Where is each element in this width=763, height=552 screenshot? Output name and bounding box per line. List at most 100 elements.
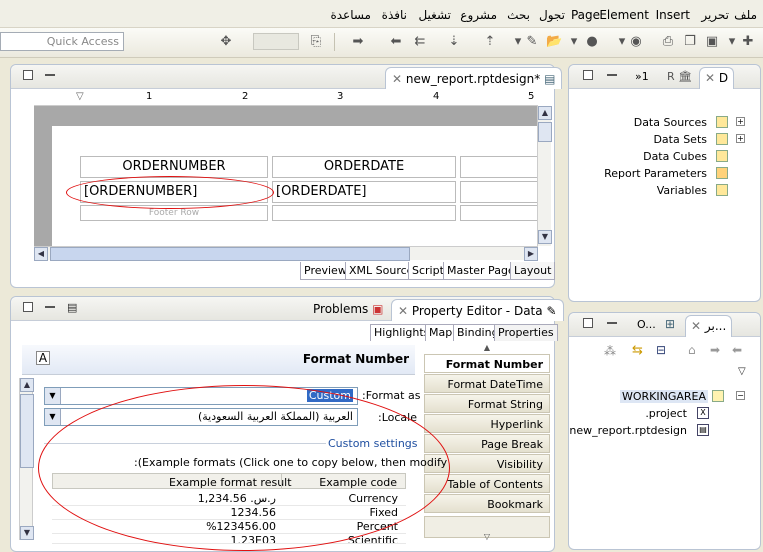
minimize-icon[interactable] (607, 70, 617, 81)
tab-resource[interactable]: R 🏛 (667, 70, 692, 83)
menu-window[interactable]: نافذة (382, 8, 407, 22)
format-as-select[interactable]: ▼ Custom (44, 387, 358, 405)
close-icon[interactable]: ✕ (705, 71, 715, 85)
tab-report-design[interactable]: ✕ new_report.rptdesign* ▤ (385, 67, 563, 89)
tab-property-editor[interactable]: ✕ Property Editor - Data ✎ (391, 299, 564, 321)
scroll-thumb[interactable] (538, 122, 552, 142)
maximize-icon[interactable] (23, 70, 33, 83)
menu-file[interactable]: ملف (734, 8, 757, 22)
table-header-empty[interactable] (460, 156, 538, 178)
menu-insert[interactable]: Insert (656, 8, 690, 22)
menu-edit[interactable]: تحرير (701, 8, 729, 22)
category-format-number[interactable]: Format Number (424, 354, 550, 373)
scroll-down-icon[interactable]: ▼ (20, 526, 34, 540)
collapse-all-icon[interactable]: ⊟ (656, 343, 666, 357)
home-icon[interactable]: ⌂ (688, 343, 696, 357)
table-cell-empty[interactable] (460, 181, 538, 203)
menu-element[interactable]: Element (599, 8, 649, 22)
menu-help[interactable]: مساعدة (330, 8, 371, 22)
tab-xml-source[interactable]: XML Source (345, 262, 418, 280)
tree-item-data-cubes[interactable]: Data Cubes (643, 150, 707, 163)
table-header-ordernumber[interactable]: ORDERNUMBER (80, 156, 268, 178)
tab-master-page[interactable]: Master Page (443, 262, 519, 280)
chevron-down-icon[interactable]: ▾ (724, 34, 740, 50)
search-icon[interactable]: ✎ (524, 34, 540, 50)
menu-run[interactable]: تشغيل (418, 8, 451, 22)
back-icon[interactable]: ⬅ (732, 343, 742, 357)
locale-select[interactable]: ▼ العربية (المملكة العربية السعودية) (44, 408, 358, 426)
tree-item-report-parameters[interactable]: Report Parameters (604, 167, 707, 180)
back-icon[interactable]: ⬅ (388, 34, 404, 50)
category-table-of-contents[interactable]: Table of Contents (424, 474, 550, 493)
scroll-left-icon[interactable]: ◀ (34, 247, 48, 261)
chevron-down-icon[interactable]: ▽ (738, 366, 746, 377)
table-footer-cell[interactable] (272, 205, 456, 221)
tree-item-data-sources[interactable]: Data Sources (634, 116, 707, 129)
column-example-result[interactable]: Example format result (169, 476, 292, 489)
save-icon[interactable]: ▣ (704, 34, 720, 50)
expand-icon[interactable]: + (736, 117, 745, 126)
run-icon[interactable]: ● (584, 34, 600, 50)
table-row[interactable]: 1234.56 Fixed (52, 506, 406, 520)
tab-highlights[interactable]: Highlights (370, 324, 434, 341)
minimize-icon[interactable] (607, 318, 617, 329)
prev-annotation-icon[interactable]: ⇡ (482, 34, 498, 50)
chevron-down-icon[interactable]: ▼ (45, 409, 61, 425)
close-icon[interactable]: ✕ (691, 319, 701, 333)
back-history-icon[interactable]: ⇇ (412, 34, 428, 50)
chevron-down-icon[interactable]: ▾ (566, 34, 582, 50)
hierarchy-icon[interactable]: ⊞ (665, 317, 675, 331)
table-footer-cell[interactable] (460, 205, 538, 221)
web-viewer-icon[interactable]: ◉ (628, 34, 644, 50)
pointer-icon[interactable]: ✥ (218, 34, 234, 50)
new-icon[interactable]: ✚ (740, 34, 756, 50)
collapse-icon[interactable]: − (736, 391, 745, 400)
category-format-string[interactable]: Format String (424, 394, 550, 413)
view-menu-icon[interactable]: ▤ (67, 301, 77, 314)
minimize-icon[interactable] (45, 70, 55, 81)
maximize-icon[interactable] (23, 302, 33, 315)
chevron-down-icon[interactable]: ▼ (45, 388, 61, 404)
property-vertical-scrollbar[interactable]: ▲ ▼ (19, 378, 34, 540)
editor-vertical-scrollbar[interactable]: ▲ ▼ (537, 106, 552, 246)
copy-icon[interactable]: ❐ (682, 34, 698, 50)
close-icon[interactable]: ✕ (392, 72, 402, 86)
close-icon[interactable]: ✕ (398, 304, 408, 318)
maximize-icon[interactable] (583, 70, 593, 83)
tab-problems[interactable]: Problems ▣ (313, 302, 383, 316)
table-cell-ordernumber[interactable]: [ORDERNUMBER] (80, 181, 268, 203)
menu-search[interactable]: بحث (507, 8, 530, 22)
scroll-down-icon[interactable]: ▼ (538, 230, 552, 244)
menu-project[interactable]: مشروع (460, 8, 497, 22)
open-folder-icon[interactable]: 📂 (546, 34, 562, 50)
expand-icon[interactable]: + (736, 134, 745, 143)
scroll-up-icon[interactable]: ▲ (424, 343, 550, 353)
tab-map[interactable]: Map (425, 324, 457, 341)
forward-icon[interactable]: ➡ (350, 34, 366, 50)
tab-outline[interactable]: »1 (635, 70, 649, 83)
tab-data-explorer[interactable]: ✕ D (699, 67, 735, 89)
table-row[interactable]: 1.23E03 Scientific (52, 534, 406, 544)
scroll-thumb[interactable] (50, 247, 410, 261)
save-all-icon[interactable]: ⎘ (308, 34, 324, 50)
scroll-up-icon[interactable]: ▲ (20, 378, 34, 392)
column-example-code[interactable]: Example code (319, 476, 397, 489)
tree-item-variables[interactable]: Variables (657, 184, 707, 197)
menu-page[interactable]: Page (571, 8, 600, 22)
tree-item-data-sets[interactable]: Data Sets (653, 133, 707, 146)
view-menu-icon[interactable]: ⁂ (604, 344, 616, 358)
scroll-right-icon[interactable]: ▶ (524, 247, 538, 261)
tab-outline-view[interactable]: O... (637, 318, 656, 331)
tab-preview[interactable]: Preview (300, 262, 351, 280)
table-row[interactable]: %123456.00 Percent (52, 520, 406, 534)
editor-horizontal-scrollbar[interactable]: ◀ ▶ (34, 246, 538, 261)
category-hyperlink[interactable]: Hyperlink (424, 414, 550, 433)
scroll-down-icon[interactable]: ▽ (424, 532, 550, 542)
tree-item-workingarea[interactable]: WORKINGAREA (619, 390, 708, 403)
toolbar-field[interactable] (253, 33, 299, 50)
menu-navigate[interactable]: تجول (539, 8, 565, 22)
tab-script[interactable]: Script (408, 262, 448, 280)
scroll-up-icon[interactable]: ▲ (538, 106, 552, 120)
tree-item-report-file[interactable]: new_report.rptdesign (569, 424, 687, 437)
print-icon[interactable]: ⎙ (660, 34, 676, 50)
